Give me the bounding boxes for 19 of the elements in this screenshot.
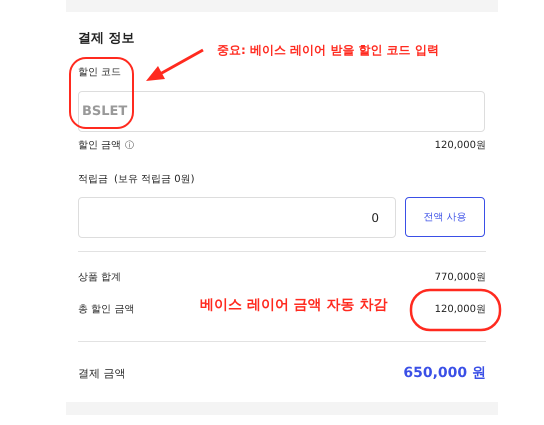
total-label: 결제 금액 [78,366,126,380]
discount-amount-label: 할인 금액 [78,139,122,152]
section-title: 결제 정보 [78,30,136,47]
arrow-drawing [146,48,204,81]
total-value: 650,000 원 [403,364,486,382]
info-icon[interactable]: ⓘ [125,138,134,152]
discount-amount-value: 120,000원 [434,139,486,152]
summary-label: 상품 합계 [78,271,122,284]
summary-value: 770,000원 [434,271,486,284]
annotation-note: 중요: 베이스 레이어 받을 할인 코드 입력 [217,42,439,59]
use-all-button[interactable]: 전액 사용 [405,197,485,237]
field-label: 할인 코드 [78,66,122,80]
summary-value: 120,000원 [434,303,486,316]
summary-label: 총 할인 금액 [78,303,134,316]
points-label: 적립금 [78,173,108,187]
discount-code-field[interactable]: BSLET [78,91,485,132]
annotation-note: 베이스 레이어 금액 자동 차감 [200,296,388,314]
points-field[interactable]: 0 [78,197,396,238]
points-balance: (보유 적립금 0원) [114,173,195,187]
